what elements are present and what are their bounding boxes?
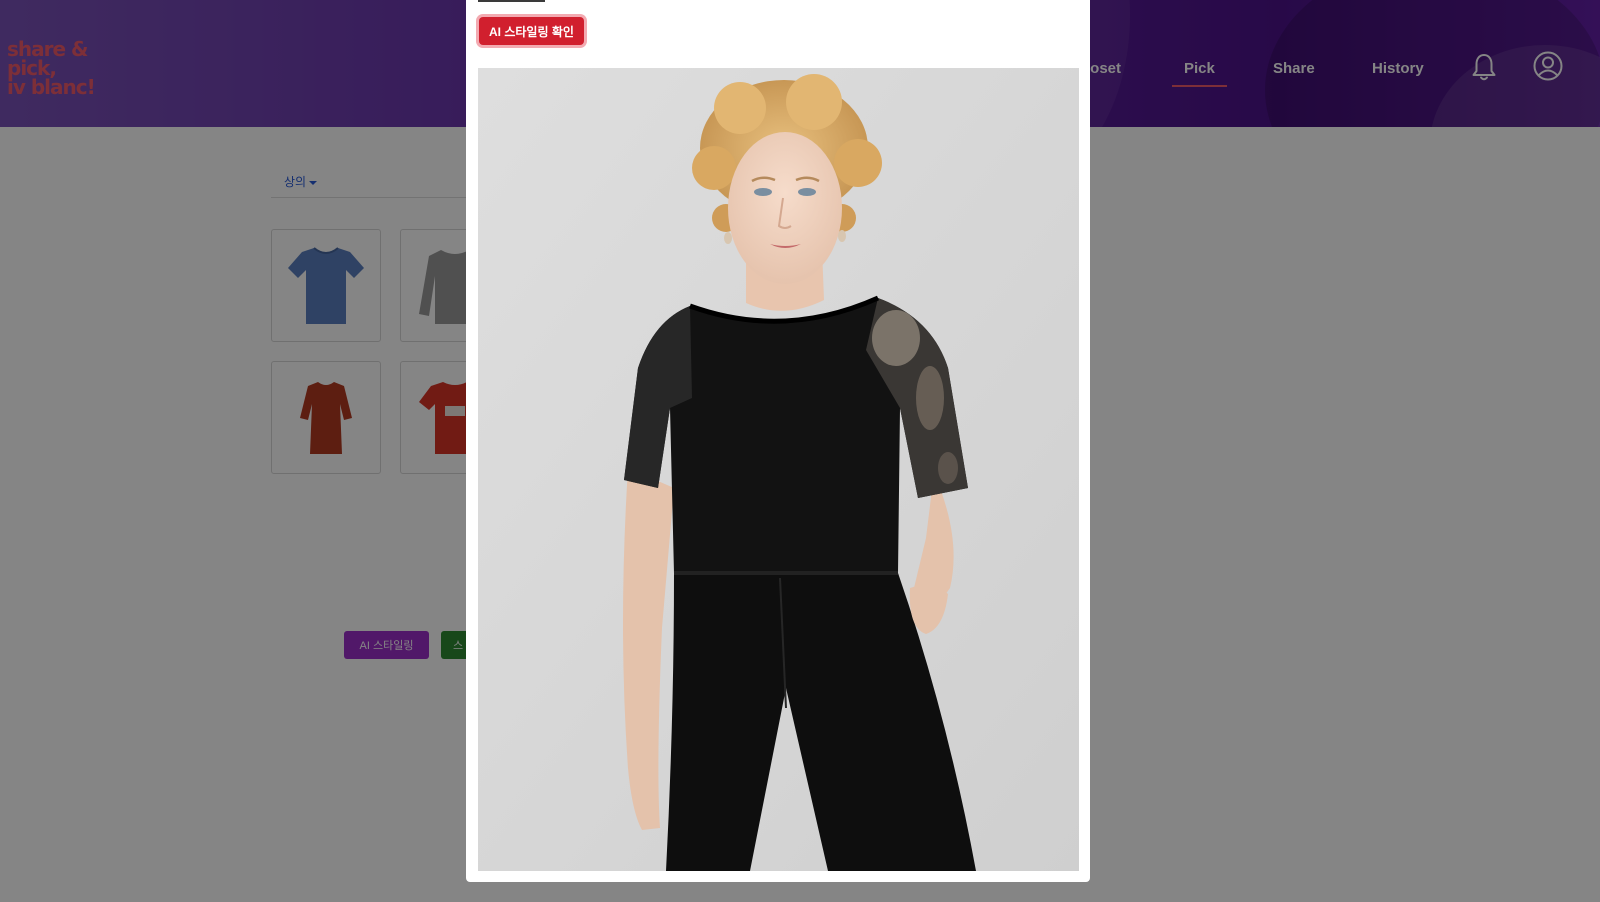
modal-scroll-edge: [478, 0, 545, 2]
model-photo: [478, 68, 1079, 871]
ai-styling-confirm-button[interactable]: AI 스타일링 확인: [479, 17, 584, 45]
ai-styling-result-modal: AI 스타일링 확인: [466, 0, 1090, 882]
ai-styling-result-image: [478, 68, 1079, 871]
